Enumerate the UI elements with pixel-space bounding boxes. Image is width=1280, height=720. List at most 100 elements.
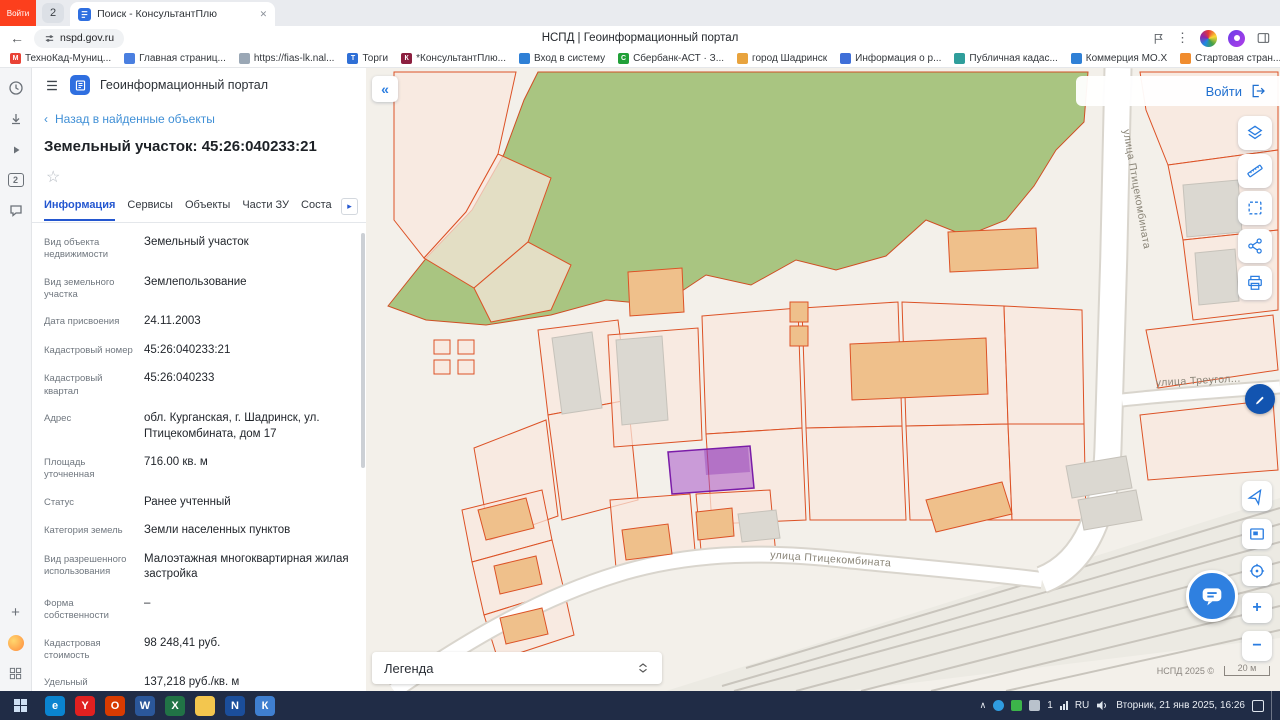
- network-icon[interactable]: [1060, 701, 1068, 710]
- taskbar-app-6[interactable]: [190, 691, 220, 720]
- map-canvas[interactable]: улица Птицекомбината улица Треугол... ул…: [366, 68, 1280, 691]
- bookmark-label: *КонсультантПлю...: [416, 53, 506, 64]
- bookmark-flag-icon[interactable]: [1152, 32, 1165, 45]
- bookmark-item[interactable]: К*КонсультантПлю...: [401, 53, 506, 64]
- back-arrow-icon[interactable]: ←: [10, 31, 24, 45]
- tab-group-count: 2: [50, 7, 56, 19]
- favorite-star-icon[interactable]: ☆: [46, 169, 60, 186]
- measure-button[interactable]: [1238, 154, 1272, 188]
- play-sidebar-icon[interactable]: [8, 142, 24, 158]
- chat-support-button[interactable]: [1186, 570, 1238, 622]
- zoom-out-button[interactable]: −: [1242, 631, 1272, 661]
- bookmark-item[interactable]: Публичная кадас...: [954, 53, 1057, 64]
- panel-tab-3[interactable]: Объекты: [185, 197, 230, 219]
- taskbar-app-2[interactable]: Y: [70, 691, 100, 720]
- history-clock-icon[interactable]: [8, 80, 24, 96]
- browser-tab[interactable]: Поиск - КонсультантПлю ✕: [70, 2, 275, 26]
- back-to-results-link[interactable]: ‹ Назад в найденные объекты: [44, 112, 354, 126]
- panel-tab-4[interactable]: Части ЗУ: [242, 197, 289, 219]
- bookmark-item[interactable]: Стартовая стран...: [1180, 53, 1280, 64]
- ruler-icon: [1245, 161, 1265, 181]
- side-panels-icon[interactable]: [1256, 31, 1270, 45]
- map-container: улица Птицекомбината улица Треугол... ул…: [366, 68, 1280, 691]
- bookmark-label: Публичная кадас...: [969, 53, 1057, 64]
- taskbar-app-7[interactable]: N: [220, 691, 250, 720]
- menu-dots-icon[interactable]: ⋮: [1176, 30, 1189, 46]
- bookmark-item[interactable]: Информация о р...: [840, 53, 941, 64]
- bookmark-label: Коммерция МО.Х: [1086, 53, 1167, 64]
- panel-tab-2[interactable]: Сервисы: [127, 197, 173, 219]
- taskbar-app-5[interactable]: X: [160, 691, 190, 720]
- field-label: Адрес: [44, 411, 144, 442]
- bookmark-item[interactable]: город Шадринск: [737, 53, 827, 64]
- draw-tool-button[interactable]: [1245, 384, 1275, 414]
- tab-close-icon[interactable]: ✕: [260, 9, 268, 20]
- share-button[interactable]: [1238, 229, 1272, 263]
- taskbar-app-3[interactable]: O: [100, 691, 130, 720]
- legend-toggle[interactable]: Легенда: [372, 652, 662, 684]
- tray-app-icon-blue[interactable]: [993, 700, 1004, 711]
- select-area-button[interactable]: [1238, 191, 1272, 225]
- notification-center-icon[interactable]: [1252, 700, 1264, 712]
- scale-label: 20 м: [1238, 663, 1257, 673]
- select-area-icon: [1245, 198, 1265, 218]
- bookmark-item[interactable]: ССбербанк-АСТ · З...: [618, 53, 724, 64]
- tray-app-icon-gray[interactable]: [1029, 700, 1040, 711]
- map-login-bar[interactable]: Войти: [1076, 76, 1280, 106]
- tabs-scroll-next-button[interactable]: ▸: [341, 198, 358, 215]
- taskbar-app-4[interactable]: W: [130, 691, 160, 720]
- bookmark-item[interactable]: ТТорги: [347, 53, 388, 64]
- overview-map-button[interactable]: [1242, 519, 1272, 549]
- collapse-panel-button[interactable]: «: [372, 76, 398, 102]
- chat-bubble-icon: [1198, 582, 1226, 610]
- side-tabs-count[interactable]: 2: [8, 173, 24, 187]
- bookmark-label: Вход в систему: [534, 53, 605, 64]
- taskbar-app-1[interactable]: e: [40, 691, 70, 720]
- apps-grid-icon[interactable]: [8, 666, 23, 681]
- bookmark-favicon: [954, 53, 965, 64]
- portal-logo-icon: [70, 75, 90, 95]
- side-add-icon[interactable]: +: [11, 605, 20, 620]
- tray-badge: 1: [1047, 700, 1053, 711]
- bookmark-item[interactable]: MТехноКад-Муниц...: [10, 53, 111, 64]
- panel-tab-1[interactable]: Информация: [44, 197, 115, 221]
- field-value: обл. Курганская, г. Шадринск, ул. Птицек…: [144, 411, 356, 442]
- tab-group-chip[interactable]: 2: [42, 3, 64, 23]
- field-value: Земли населенных пунктов: [144, 523, 290, 539]
- address-bar[interactable]: nspd.gov.ru: [34, 29, 124, 48]
- yandex-services-icon[interactable]: [8, 635, 24, 651]
- alice-icon[interactable]: [1228, 30, 1245, 47]
- chat-sidebar-icon[interactable]: [8, 202, 24, 218]
- panel-tab-5[interactable]: Соста: [301, 197, 332, 219]
- tray-chevron-icon[interactable]: ∧: [980, 700, 987, 711]
- taskbar-app-8[interactable]: К: [250, 691, 280, 720]
- url-text: nspd.gov.ru: [60, 32, 114, 44]
- selected-parcel[interactable]: [668, 446, 754, 494]
- downloads-icon[interactable]: [8, 111, 24, 127]
- coordinates-button[interactable]: [1242, 556, 1272, 586]
- field-label: Вид земельного участка: [44, 275, 144, 302]
- start-button[interactable]: [0, 691, 40, 720]
- bookmark-item[interactable]: Вход в систему: [519, 53, 605, 64]
- avatar[interactable]: [1200, 30, 1217, 47]
- browser-profile-login-button[interactable]: Войти: [0, 0, 36, 26]
- panel-scrollbar[interactable]: [361, 233, 365, 468]
- bookmark-item[interactable]: Коммерция МО.Х: [1071, 53, 1167, 64]
- collapse-icon: «: [381, 81, 389, 97]
- clock-datetime[interactable]: Вторник, 21 янв 2025, 16:26: [1116, 700, 1245, 711]
- show-desktop-button[interactable]: [1271, 691, 1276, 720]
- volume-icon[interactable]: [1096, 700, 1109, 711]
- taskbar-app-icon: O: [105, 696, 125, 716]
- field-row: Вид земельного участкаЗемлепользование: [44, 275, 356, 302]
- bookmark-item[interactable]: Главная страниц...: [124, 53, 226, 64]
- hamburger-menu-icon[interactable]: [44, 79, 60, 92]
- locate-button[interactable]: [1242, 481, 1272, 511]
- tray-shield-icon[interactable]: [1011, 700, 1022, 711]
- field-label: Форма собственности: [44, 596, 144, 623]
- layers-button[interactable]: [1238, 116, 1272, 150]
- zoom-in-button[interactable]: +: [1242, 593, 1272, 623]
- overview-map-icon: [1247, 524, 1267, 544]
- print-button[interactable]: [1238, 266, 1272, 300]
- bookmark-item[interactable]: https://fias-lk.nal...: [239, 53, 335, 64]
- language-indicator[interactable]: RU: [1075, 700, 1089, 711]
